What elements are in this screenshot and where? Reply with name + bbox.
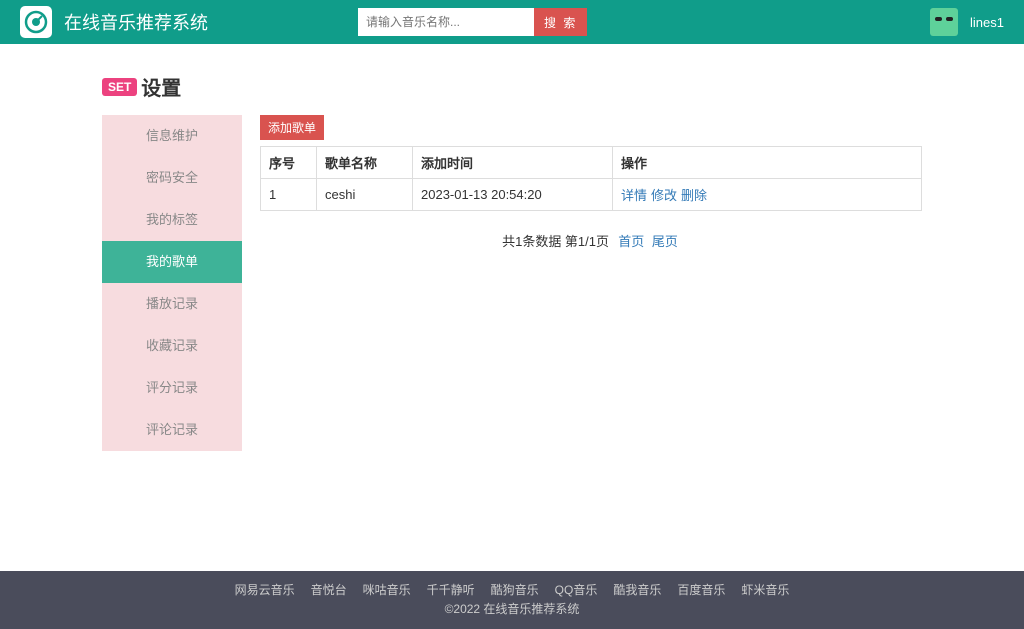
footer-link-1[interactable]: 音悦台: [311, 583, 347, 597]
page-title: 设置: [141, 78, 181, 100]
sidebar-item-5[interactable]: 收藏记录: [102, 325, 242, 367]
footer-link-3[interactable]: 千千静听: [427, 583, 475, 597]
footer-link-5[interactable]: QQ音乐: [555, 583, 598, 597]
col-header-0: 序号: [261, 147, 317, 179]
cell-ops: 详情修改删除: [613, 179, 922, 211]
col-header-2: 添加时间: [413, 147, 613, 179]
settings-sidebar: 信息维护密码安全我的标签我的歌单播放记录收藏记录评分记录评论记录: [102, 115, 242, 451]
sidebar-item-7[interactable]: 评论记录: [102, 409, 242, 451]
add-playlist-button[interactable]: 添加歌单: [260, 115, 324, 140]
footer-link-8[interactable]: 虾米音乐: [741, 583, 789, 597]
footer-link-2[interactable]: 咪咕音乐: [363, 583, 411, 597]
col-header-1: 歌单名称: [317, 147, 413, 179]
sidebar-item-0[interactable]: 信息维护: [102, 115, 242, 157]
content-area: 添加歌单 序号歌单名称添加时间操作 1ceshi2023-01-13 20:54…: [260, 115, 922, 250]
op-link-0[interactable]: 详情: [621, 188, 647, 203]
op-link-1[interactable]: 修改: [651, 188, 677, 203]
username-label: lines1: [970, 15, 1004, 30]
page-heading: SET 设置: [102, 44, 922, 101]
table-row: 1ceshi2023-01-13 20:54:20详情修改删除: [261, 179, 922, 211]
footer-link-6[interactable]: 酷我音乐: [613, 583, 661, 597]
footer-link-0[interactable]: 网易云音乐: [235, 583, 295, 597]
pager-link-1[interactable]: 尾页: [652, 234, 678, 249]
footer-link-7[interactable]: 百度音乐: [677, 583, 725, 597]
user-area[interactable]: lines1: [930, 8, 1004, 36]
sidebar-item-2[interactable]: 我的标签: [102, 199, 242, 241]
search-input[interactable]: [358, 8, 534, 36]
sidebar-item-4[interactable]: 播放记录: [102, 283, 242, 325]
pager-info: 共1条数据 第1/1页: [502, 234, 609, 249]
col-header-3: 操作: [613, 147, 922, 179]
logo-area: 在线音乐推荐系统: [20, 6, 208, 38]
search-button[interactable]: 搜 索: [534, 8, 587, 36]
cell-name: ceshi: [317, 179, 413, 211]
op-link-2[interactable]: 删除: [681, 188, 707, 203]
set-badge: SET: [102, 78, 137, 96]
top-header: 在线音乐推荐系统 搜 索 lines1: [0, 0, 1024, 44]
sidebar-item-3[interactable]: 我的歌单: [102, 241, 242, 283]
footer-links: 网易云音乐 音悦台 咪咕音乐 千千静听 酷狗音乐 QQ音乐 酷我音乐 百度音乐 虾米音乐: [0, 581, 1024, 598]
copyright: ©2022 在线音乐推荐系统: [0, 600, 1024, 617]
cell-index: 1: [261, 179, 317, 211]
search-area: 搜 索: [358, 8, 587, 36]
cell-time: 2023-01-13 20:54:20: [413, 179, 613, 211]
sidebar-item-6[interactable]: 评分记录: [102, 367, 242, 409]
pager-link-0[interactable]: 首页: [618, 234, 644, 249]
avatar-icon: [930, 8, 958, 36]
logo-icon: [20, 6, 52, 38]
pagination: 共1条数据 第1/1页 首页 尾页: [260, 231, 922, 250]
footer-link-4[interactable]: 酷狗音乐: [491, 583, 539, 597]
sidebar-item-1[interactable]: 密码安全: [102, 157, 242, 199]
app-title: 在线音乐推荐系统: [64, 9, 208, 35]
footer: 网易云音乐 音悦台 咪咕音乐 千千静听 酷狗音乐 QQ音乐 酷我音乐 百度音乐 虾米音乐 ©20…: [0, 571, 1024, 629]
playlist-table: 序号歌单名称添加时间操作 1ceshi2023-01-13 20:54:20详情…: [260, 146, 922, 211]
